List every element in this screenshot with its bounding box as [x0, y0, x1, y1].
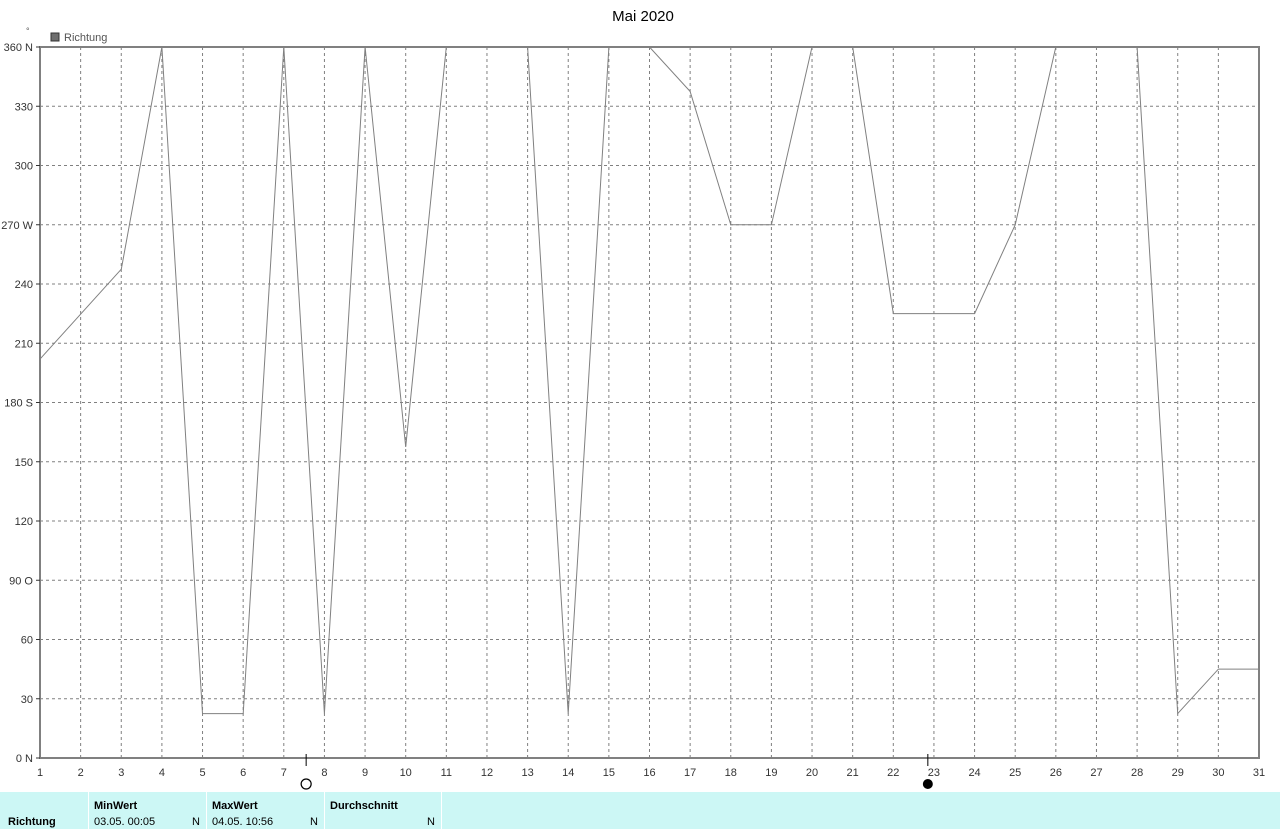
x-tick-label: 9 [362, 767, 368, 779]
stats-min-value: 03.05. 00:05 [94, 816, 156, 828]
moon-phases [300, 754, 933, 790]
x-tick-label: 23 [928, 767, 940, 779]
x-tick-label: 25 [1009, 767, 1021, 779]
y-tick-label: 300 [15, 161, 33, 173]
y-tick-label: 360 N [4, 42, 33, 54]
x-tick-label: 3 [118, 767, 124, 779]
x-tick-label: 1 [37, 767, 43, 779]
stats-avg-cell: Durchschnitt N [325, 792, 442, 829]
x-tick-label: 28 [1131, 767, 1143, 779]
x-tick-label: 7 [281, 767, 287, 779]
stats-max-header: MaxWert [212, 800, 258, 812]
stats-avg-header: Durchschnitt [330, 800, 398, 812]
x-tick-label: 20 [806, 767, 818, 779]
stats-row-label: Richtung [8, 816, 56, 828]
legend-label: Richtung [64, 32, 107, 44]
y-tick-label: 150 [15, 457, 33, 469]
x-tick-label: 5 [199, 767, 205, 779]
chart-title: Mai 2020 [612, 8, 674, 25]
x-tick-label: 2 [78, 767, 84, 779]
y-tick-label: 120 [15, 516, 33, 528]
x-tick-label: 4 [159, 767, 165, 779]
chart: Mai 2020 ° Richtung 0 N306090 O120150180… [1, 8, 1265, 790]
x-tick-label: 16 [643, 767, 655, 779]
x-tick-label: 27 [1090, 767, 1102, 779]
stats-row-label-cell: Richtung [0, 792, 89, 829]
x-tick-label: 15 [603, 767, 615, 779]
x-tick-label: 17 [684, 767, 696, 779]
x-tick-label: 18 [725, 767, 737, 779]
x-tick-label: 11 [441, 767, 452, 779]
x-tick-label: 24 [968, 767, 980, 779]
y-unit-symbol: ° [26, 26, 30, 36]
x-tick-label: 19 [765, 767, 777, 779]
x-tick-label: 12 [481, 767, 493, 779]
x-tick-label: 8 [321, 767, 327, 779]
axes: 0 N306090 O120150180 S210240270 W3003303… [1, 42, 1265, 779]
x-tick-label: 26 [1050, 767, 1062, 779]
y-tick-label: 0 N [16, 753, 33, 765]
x-tick-label: 21 [847, 767, 859, 779]
x-tick-label: 30 [1212, 767, 1224, 779]
new-moon-icon [922, 779, 933, 789]
y-tick-label: 60 [21, 635, 33, 647]
y-tick-label: 330 [15, 101, 33, 113]
y-tick-label: 240 [15, 279, 33, 291]
x-tick-label: 22 [887, 767, 899, 779]
y-tick-label: 210 [15, 338, 33, 350]
y-tick-label: 90 O [9, 575, 33, 587]
x-tick-label: 14 [562, 767, 574, 779]
stats-bar: Richtung MinWert 03.05. 00:05 N MaxWert … [0, 792, 1280, 829]
stats-min-cell: MinWert 03.05. 00:05 N [89, 792, 207, 829]
x-tick-label: 10 [400, 767, 412, 779]
stats-max-unit: N [310, 816, 318, 828]
stats-max-cell: MaxWert 04.05. 10:56 N [207, 792, 325, 829]
x-tick-label: 6 [240, 767, 246, 779]
grid [40, 47, 1259, 758]
x-tick-label: 31 [1253, 767, 1265, 779]
full-moon-icon [300, 778, 312, 790]
y-tick-label: 180 S [4, 398, 33, 410]
stats-avg-unit: N [427, 816, 435, 828]
x-tick-label: 13 [521, 767, 533, 779]
y-tick-label: 30 [21, 694, 33, 706]
y-tick-label: 270 W [1, 220, 33, 232]
stats-min-unit: N [192, 816, 200, 828]
legend-swatch [50, 32, 60, 42]
stats-min-header: MinWert [94, 800, 138, 812]
stats-max-value: 04.05. 10:56 [212, 816, 274, 828]
x-tick-label: 29 [1172, 767, 1184, 779]
